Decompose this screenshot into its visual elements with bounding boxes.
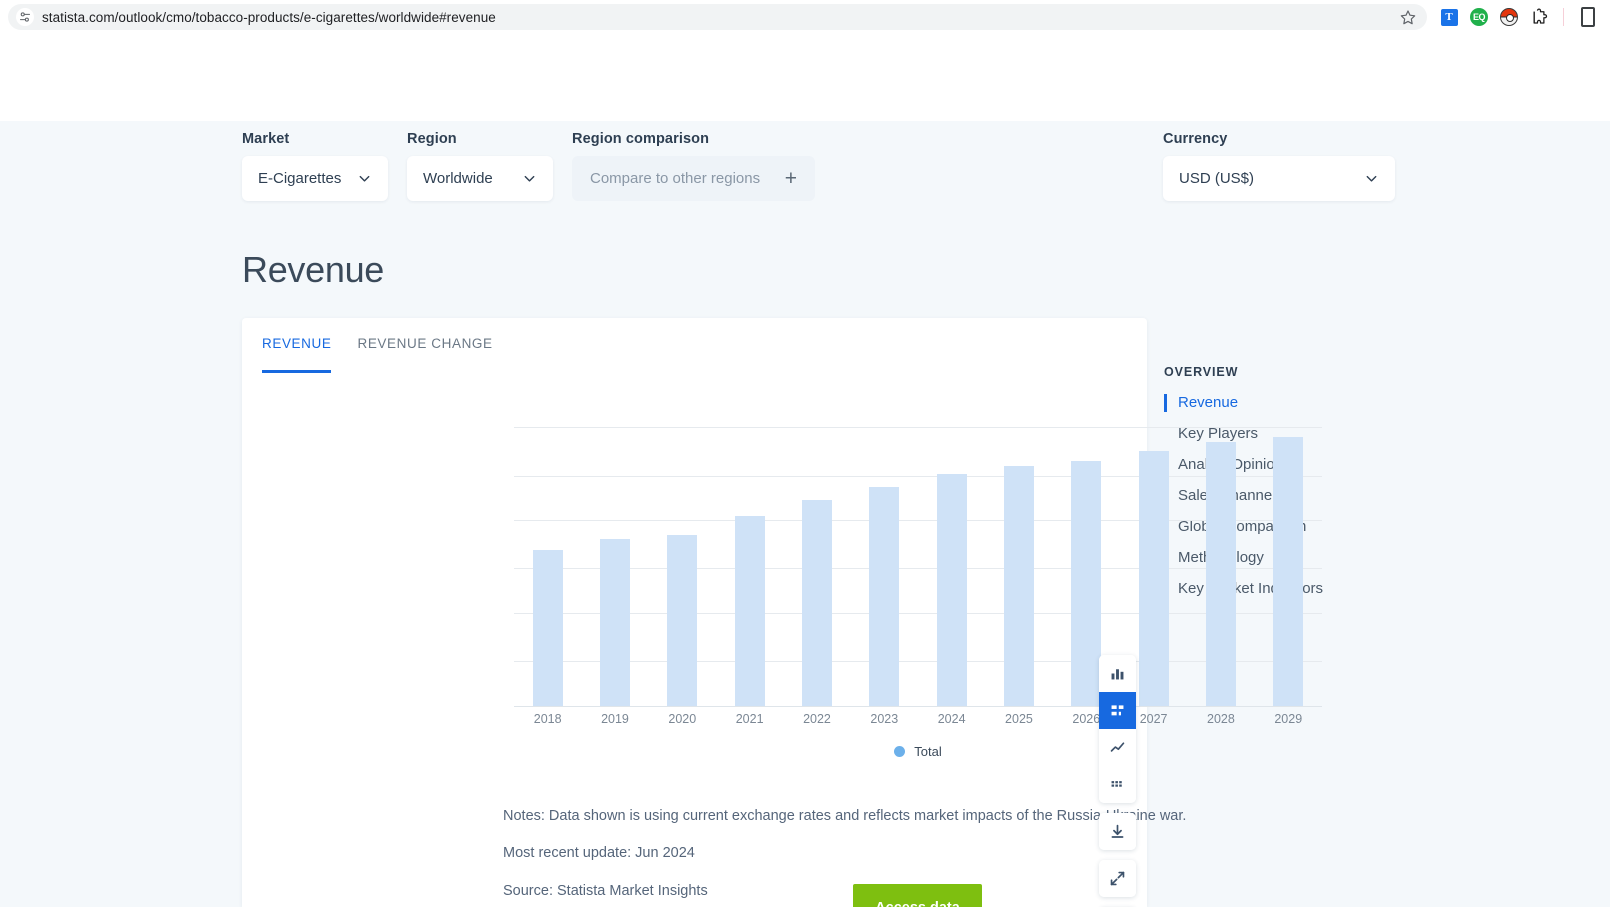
pokeball-extension-icon[interactable]: [1499, 7, 1519, 27]
main-content: Revenue OVERVIEW Revenue Key Players Ana…: [0, 224, 1610, 907]
bar-slot: [514, 364, 581, 706]
region-comparison-button[interactable]: Compare to other regions +: [572, 156, 815, 201]
legend-label: Total: [914, 744, 942, 759]
omnibox-actions: [1397, 6, 1421, 28]
bar-slot: [1187, 364, 1254, 706]
bar-slot: [649, 364, 716, 706]
bar-slot: [918, 364, 985, 706]
filter-bar: Market E-Cigarettes Region Worldwide Reg…: [0, 121, 1610, 224]
address-bar[interactable]: statista.com/outlook/cmo/tobacco-product…: [8, 4, 1427, 30]
bar-slot: [716, 364, 783, 706]
column-chart-icon[interactable]: [1099, 692, 1136, 729]
region-comparison-label: Region comparison: [572, 131, 710, 147]
x-axis-label: 2023: [870, 712, 899, 726]
chart-bar[interactable]: [1138, 451, 1169, 706]
chart-bar[interactable]: [599, 538, 630, 706]
chevron-down-icon: [357, 171, 372, 186]
download-icon[interactable]: [1099, 813, 1136, 850]
chevron-down-icon: [1364, 171, 1379, 186]
market-select[interactable]: E-Cigarettes: [242, 156, 388, 201]
page-header-gap: [0, 34, 1610, 121]
bar-slot: [1255, 364, 1322, 706]
legend-color-dot: [894, 746, 906, 757]
tab-label: REVENUE: [262, 336, 332, 351]
plus-icon: +: [784, 167, 797, 190]
site-settings-icon[interactable]: [16, 8, 34, 26]
access-data-button[interactable]: Access data: [853, 884, 982, 907]
chart-bar[interactable]: [667, 535, 698, 706]
table-grid-icon[interactable]: [1099, 766, 1136, 803]
chart-bar[interactable]: [1273, 436, 1304, 706]
toolbar-divider: [1563, 8, 1564, 26]
note-data-source: Notes: Data shown is using current excha…: [503, 808, 1187, 824]
market-label: Market: [242, 131, 290, 147]
chart-tabs: REVENUE REVENUE CHANGE: [242, 318, 1147, 373]
x-axis-label: 2018: [533, 712, 562, 726]
chart-bar[interactable]: [532, 549, 563, 706]
download-group: [1099, 813, 1136, 850]
green-circle-extension-icon[interactable]: EQ: [1469, 7, 1489, 27]
chart-bar[interactable]: [734, 516, 765, 706]
currency-value: USD (US$): [1179, 170, 1255, 187]
market-filter: Market E-Cigarettes: [242, 131, 388, 201]
profile-icon[interactable]: [1578, 7, 1598, 27]
text-extension-icon[interactable]: T: [1439, 7, 1459, 27]
bookmark-star-icon[interactable]: [1397, 6, 1419, 28]
tab-label: REVENUE CHANGE: [357, 336, 493, 351]
bar-chart-icon[interactable]: [1099, 655, 1136, 692]
region-select[interactable]: Worldwide: [407, 156, 553, 201]
tab-revenue[interactable]: REVENUE: [262, 318, 332, 373]
chevron-down-icon: [522, 171, 537, 186]
x-axis-label: 2028: [1207, 712, 1235, 726]
chart-bar[interactable]: [869, 486, 900, 706]
bar-slot: [851, 364, 918, 706]
currency-label: Currency: [1163, 131, 1228, 147]
url-text: statista.com/outlook/cmo/tobacco-product…: [42, 9, 496, 25]
extension-icons: T EQ: [1431, 7, 1602, 27]
puzzle-extensions-icon[interactable]: [1529, 7, 1549, 27]
expand-icon[interactable]: [1099, 860, 1136, 897]
bar-slot: [783, 364, 850, 706]
region-filter: Region Worldwide: [407, 131, 553, 201]
chart-bar[interactable]: [1003, 466, 1034, 706]
chart-bars: [514, 364, 1322, 706]
line-chart-icon[interactable]: [1099, 729, 1136, 766]
chart-type-group: [1099, 655, 1136, 803]
currency-select[interactable]: USD (US$): [1163, 156, 1395, 201]
page-content: Market E-Cigarettes Region Worldwide Reg…: [0, 34, 1610, 907]
browser-toolbar: statista.com/outlook/cmo/tobacco-product…: [0, 0, 1610, 34]
x-axis-label: 2025: [1005, 712, 1033, 726]
tab-revenue-change[interactable]: REVENUE CHANGE: [357, 318, 492, 364]
market-value: E-Cigarettes: [258, 170, 342, 187]
x-axis-label: 2024: [937, 712, 966, 726]
chart-bar[interactable]: [936, 473, 967, 706]
revenue-chart-card: REVENUE REVENUE CHANGE 2018 2019 2020 2021 2…: [242, 318, 1322, 907]
note-last-update: Most recent update: Jun 2024: [503, 845, 695, 862]
chart-bar[interactable]: [801, 499, 832, 706]
chart-x-axis: [514, 706, 1322, 707]
bar-slot: [985, 364, 1052, 706]
x-axis-label: 2022: [803, 712, 831, 726]
region-comparison-filter: Region comparison Compare to other regio…: [572, 131, 815, 201]
currency-filter: Currency USD (US$): [1163, 131, 1395, 201]
x-axis-label: 2019: [601, 712, 629, 726]
page-title: Revenue: [242, 249, 385, 290]
chart-legend: Total: [514, 744, 1322, 759]
expand-group: [1099, 860, 1136, 897]
chart-x-labels: 2018 2019 2020 2021 2022 2023 2024 2025 2026 2027…: [514, 712, 1322, 726]
bar-slot: [581, 364, 648, 706]
x-axis-label: 2021: [735, 712, 764, 726]
chart-toolbar: [1099, 655, 1136, 907]
region-value: Worldwide: [423, 170, 493, 187]
region-label: Region: [407, 131, 457, 147]
x-axis-label: 2029: [1274, 712, 1303, 726]
chart-plot-area: 2018 2019 2020 2021 2022 2023 2024 2025 2026 2027…: [242, 364, 1322, 759]
chart-bar[interactable]: [1071, 460, 1102, 706]
chart-bar[interactable]: [1205, 442, 1236, 706]
region-comparison-placeholder: Compare to other regions: [590, 170, 761, 187]
x-axis-label: 2020: [668, 712, 697, 726]
